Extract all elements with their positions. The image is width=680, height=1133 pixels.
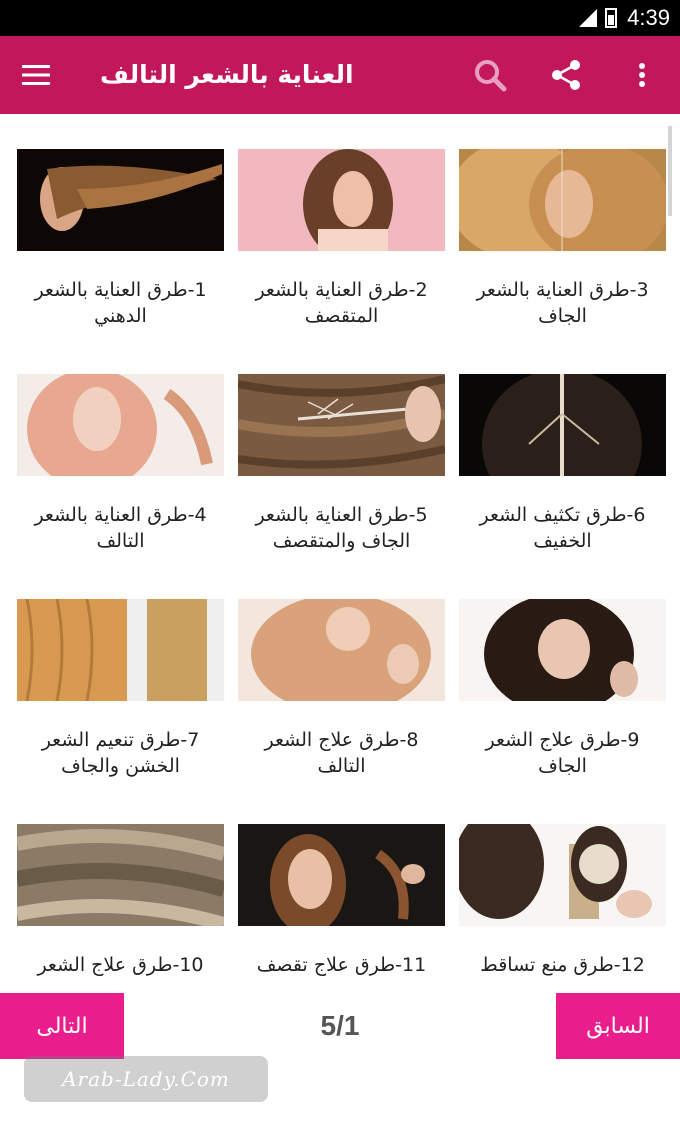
article-thumbnail[interactable]	[459, 599, 666, 701]
previous-button[interactable]: السابق	[556, 993, 680, 1059]
next-button[interactable]: التالى	[0, 993, 124, 1059]
article-title[interactable]: 1-طرق العناية بالشعر الدهني	[17, 277, 224, 329]
article-thumbnail[interactable]	[459, 374, 666, 476]
article-card[interactable]: 8-طرق علاج الشعر التالف	[238, 599, 445, 824]
article-title[interactable]: 5-طرق العناية بالشعر الجاف والمتقصف	[238, 502, 445, 554]
status-bar: 4:39	[0, 0, 680, 36]
article-title[interactable]: 2-طرق العناية بالشعر المتقصف	[238, 277, 445, 329]
article-title[interactable]: 9-طرق علاج الشعر الجاف	[459, 727, 666, 779]
article-title[interactable]: 6-طرق تكثيف الشعر الخفيف	[459, 502, 666, 554]
menu-icon	[22, 65, 50, 85]
article-title[interactable]: 10-طرق علاج الشعر	[17, 952, 224, 978]
search-button[interactable]	[452, 36, 528, 114]
article-thumbnail[interactable]	[459, 149, 666, 251]
share-icon	[552, 60, 580, 90]
article-card[interactable]: 2-طرق العناية بالشعر المتقصف	[238, 149, 445, 374]
share-button[interactable]	[528, 36, 604, 114]
article-thumbnail[interactable]	[238, 149, 445, 251]
article-thumbnail[interactable]	[238, 374, 445, 476]
article-card[interactable]: 5-طرق العناية بالشعر الجاف والمتقصف	[238, 374, 445, 599]
battery-icon	[605, 8, 618, 28]
article-card[interactable]: 6-طرق تكثيف الشعر الخفيف	[459, 374, 666, 599]
article-card[interactable]: 1-طرق العناية بالشعر الدهني	[17, 149, 224, 374]
article-card[interactable]: 7-طرق تنعيم الشعر الخشن والجاف	[17, 599, 224, 824]
search-icon	[475, 60, 507, 92]
menu-button[interactable]	[0, 36, 72, 114]
article-title[interactable]: 8-طرق علاج الشعر التالف	[238, 727, 445, 779]
scrollbar[interactable]	[668, 126, 672, 216]
article-thumbnail[interactable]	[17, 599, 224, 701]
article-title[interactable]: 11-طرق علاج تقصف	[238, 952, 445, 978]
article-thumbnail[interactable]	[459, 824, 666, 926]
article-card[interactable]: 4-طرق العناية بالشعر التالف	[17, 374, 224, 599]
page-title: العناية بالشعر التالف	[100, 60, 354, 89]
watermark: Arab-Lady.Com	[24, 1056, 268, 1102]
article-card[interactable]: 3-طرق العناية بالشعر الجاف	[459, 149, 666, 374]
article-card[interactable]: 9-طرق علاج الشعر الجاف	[459, 599, 666, 824]
article-title[interactable]: 3-طرق العناية بالشعر الجاف	[459, 277, 666, 329]
more-vert-icon	[639, 63, 645, 87]
article-thumbnail[interactable]	[17, 824, 224, 926]
article-title[interactable]: 4-طرق العناية بالشعر التالف	[17, 502, 224, 554]
app-bar: العناية بالشعر التالف	[0, 36, 680, 114]
status-icons	[579, 8, 618, 28]
app-bar-actions	[452, 36, 680, 114]
article-thumbnail[interactable]	[238, 824, 445, 926]
overflow-menu-button[interactable]	[604, 36, 680, 114]
article-thumbnail[interactable]	[238, 599, 445, 701]
article-thumbnail[interactable]	[17, 149, 224, 251]
status-time: 4:39	[627, 5, 670, 30]
article-title[interactable]: 7-طرق تنعيم الشعر الخشن والجاف	[17, 727, 224, 779]
signal-icon	[579, 9, 598, 27]
article-title[interactable]: 12-طرق منع تساقط	[459, 952, 666, 978]
page-indicator: 5/1	[320, 1010, 360, 1041]
article-grid: 3-طرق العناية بالشعر الجاف 2-طرق العناية…	[14, 149, 666, 1049]
article-thumbnail[interactable]	[17, 374, 224, 476]
